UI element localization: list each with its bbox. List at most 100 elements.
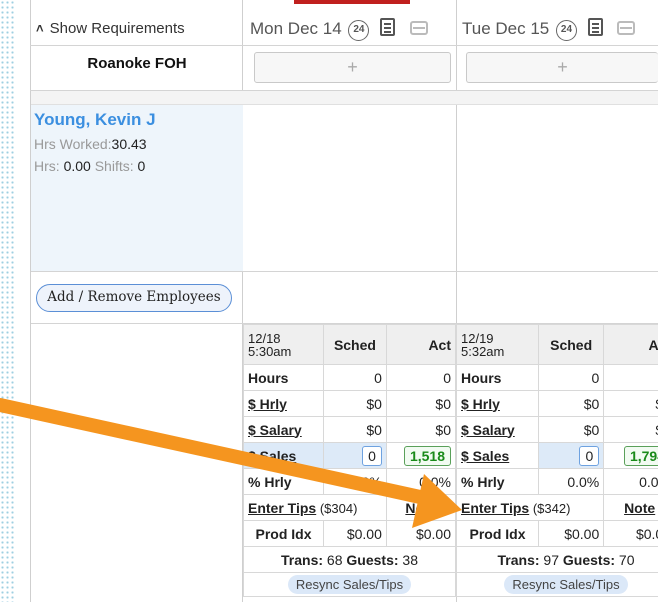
prod-idx-row: Prod Idx $0.00 $0.00 [243,520,457,547]
stats-header-row: 12/18 5:30am Sched Act [243,324,457,365]
trans-label: Trans: [497,551,540,568]
hourly-link[interactable]: $ Hrly [456,390,539,417]
sales-link[interactable]: $ Sales [243,442,324,469]
salary-sched: $0 [323,416,387,443]
resync-row: Resync Sales/Tips [456,572,658,597]
today-indicator [294,0,410,4]
salary-act: $0 [385,416,457,443]
sched-header: Sched [537,324,605,365]
resync-sales-tips-button[interactable]: Resync Sales/Tips [287,575,412,594]
stats-timestamp: 12/19 5:32am [456,324,539,365]
prod-idx-sched: $0.00 [537,520,605,547]
hourly-link[interactable]: $ Hrly [243,390,324,417]
note-link[interactable]: Note [624,500,655,516]
hours-worked: Hrs Worked:30.43 [34,136,147,152]
tray-icon[interactable] [617,21,636,35]
stats-time: 5:32am [461,343,505,359]
tray-icon[interactable] [409,21,428,35]
act-header: Act [385,324,457,365]
row-divider [31,271,658,272]
add-remove-employees-button[interactable]: Add / Remove Employees [36,284,232,312]
enter-tips-link[interactable]: Enter Tips [248,500,316,516]
pct-hourly-act: 0.0% [603,468,658,495]
hours-act: 0 [603,364,658,391]
add-shift-button[interactable]: + [466,52,658,83]
chevron-up-icon: ˄ [36,21,44,36]
day-stats-table-tue: 12/19 5:32am Sched Act Hours 0 0 $ Hrly … [455,324,658,597]
note-link[interactable]: Note [405,500,436,516]
sales-sched-input[interactable]: 0 [579,445,600,466]
hours-worked-value: 30.43 [111,136,147,152]
salary-row: $ Salary $0 $0 [243,416,457,443]
enter-tips-link[interactable]: Enter Tips [461,500,529,516]
pct-hourly-label: % Hrly [456,468,539,495]
salary-link[interactable]: $ Salary [243,416,324,443]
pct-hourly-act: 0.0% [385,468,457,495]
hours-row: Hours 0 0 [456,364,658,391]
show-requirements-toggle[interactable]: ˄ Show Requirements [36,20,185,37]
hours-row-label: Hours [243,364,324,391]
sales-sched-cell: 0 [537,442,605,469]
24-hour-view-icon[interactable]: 24 [555,20,577,41]
trans-guests: Trans: 97 Guests: 70 [456,546,658,573]
day-label: Tue Dec 15 [462,19,550,38]
prod-idx-sched: $0.00 [323,520,387,547]
hours-sched: 0 [323,364,387,391]
salary-sched: $0 [537,416,605,443]
tips-row: Enter Tips ($342) Note [455,494,658,521]
hours-act: 0 [385,364,457,391]
trans-value: 68 [326,551,343,568]
employee-name[interactable]: Young, Kevin J [34,110,156,130]
add-shift-button[interactable]: + [254,52,451,83]
trans-guests: Trans: 68 Guests: 38 [243,546,456,573]
resync-row: Resync Sales/Tips [243,572,456,597]
tips-amount: ($304) [319,500,358,516]
stats-date: 12/19 [461,330,494,346]
stats-header-row: 12/19 5:32am Sched Act [456,324,658,365]
show-requirements-label: Show Requirements [49,20,185,37]
guests-value: 70 [618,551,635,568]
resync-sales-tips-button[interactable]: Resync Sales/Tips [504,575,628,594]
hourly-sched: $0 [537,390,605,417]
sched-header: Sched [323,324,387,365]
day-header-mon: Mon Dec 14 24 [250,18,428,41]
sales-act-cell: 1,794 [603,442,658,469]
prod-idx-act: $0.00 [603,520,658,547]
pct-hourly-sched: 0.0% [537,468,605,495]
salary-row: $ Salary $0 $0 [456,416,658,443]
note-cell: Note [385,494,457,521]
notes-icon[interactable] [587,18,603,36]
hours-shifts: Hrs: 0.00 Shifts: 0 [34,158,145,174]
hours-sched: 0 [537,364,605,391]
guests-label: Guests: [346,551,399,568]
guests-label: Guests: [562,551,616,568]
stats-timestamp: 12/18 5:30am [243,324,324,365]
enter-tips-cell[interactable]: Enter Tips ($304) [243,494,387,521]
salary-link[interactable]: $ Salary [456,416,539,443]
day-stats-table-mon: 12/18 5:30am Sched Act Hours 0 0 $ Hrly … [243,324,457,597]
pct-hourly-sched: 0.0% [323,468,387,495]
notes-icon[interactable] [380,18,396,36]
prod-idx-label: Prod Idx [243,520,324,547]
prod-idx-act: $0.00 [385,520,457,547]
day-header-tue: Tue Dec 15 24 [462,18,636,41]
sales-link[interactable]: $ Sales [456,442,539,469]
sales-act-input[interactable]: 1,794 [623,445,658,466]
hourly-row: $ Hrly $0 $0 [243,390,457,417]
shifts-label: Shifts: [94,158,134,174]
pct-hourly-row: % Hrly 0.0% 0.0% [243,468,457,495]
trans-row: Trans: 97 Guests: 70 [456,546,658,573]
pct-hourly-row: % Hrly 0.0% 0.0% [456,468,658,495]
enter-tips-cell[interactable]: Enter Tips ($342) [455,494,605,521]
pct-hourly-label: % Hrly [243,468,324,495]
hours-value: 0.00 [63,158,91,174]
sales-sched-input[interactable]: 0 [362,445,382,466]
day-label: Mon Dec 14 [250,19,342,38]
note-cell: Note [603,494,658,521]
resync-cell: Resync Sales/Tips [243,572,456,597]
sales-act-input[interactable]: 1,518 [403,445,451,466]
trans-label: Trans: [281,551,324,568]
24-hour-view-icon[interactable]: 24 [348,20,370,41]
hours-worked-label: Hrs Worked: [34,136,112,152]
guests-value: 38 [402,551,418,568]
